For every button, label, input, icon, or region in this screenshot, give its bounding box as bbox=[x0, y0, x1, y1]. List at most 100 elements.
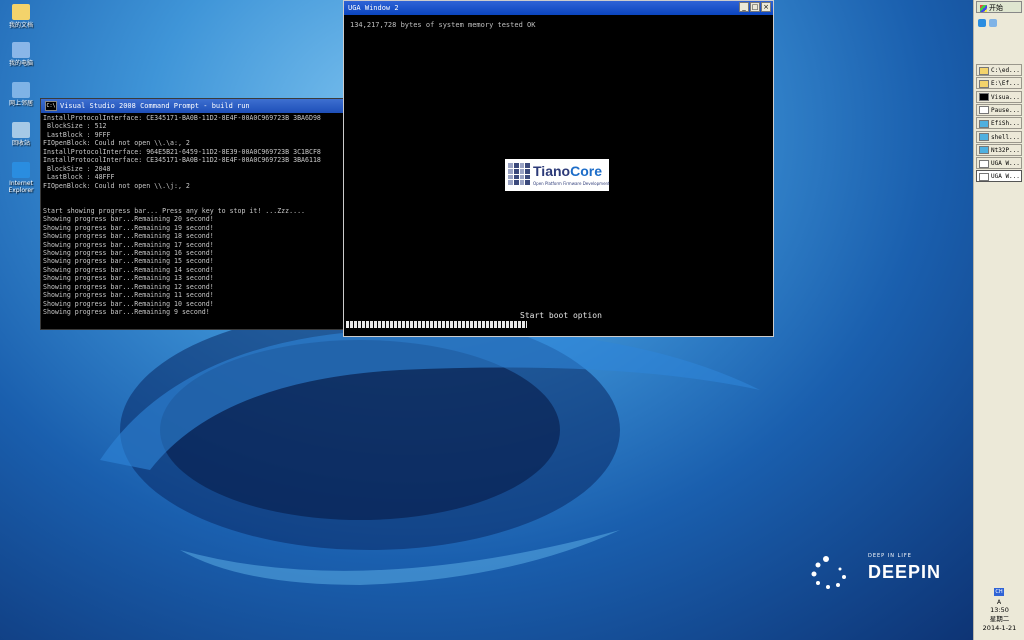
console-line: LastBlock : 48FFF bbox=[43, 173, 115, 182]
taskbar-button-label: E:\Ef... bbox=[991, 80, 1020, 88]
console-line: Start showing progress bar... Press any … bbox=[43, 206, 306, 215]
desktop-icon[interactable]: 回收站 bbox=[4, 122, 38, 147]
deepin-logo: DEEP IN LIFE DEEPIN bbox=[806, 549, 940, 597]
tianocore-subtitle: Open Platform Firmware Development bbox=[533, 181, 610, 186]
console-line: LastBlock : 9FFF bbox=[43, 130, 111, 139]
taskbar-app-icon bbox=[979, 159, 989, 168]
deepin-tagline: DEEP IN LIFE bbox=[868, 553, 912, 559]
desktop-icon-image bbox=[12, 82, 30, 98]
taskbar-button-label: UGA W... bbox=[991, 160, 1020, 168]
taskbar-app-icon bbox=[979, 79, 989, 88]
taskbar-app-icon bbox=[979, 146, 989, 155]
console-line: InstallProtocolInterface: CE345171-BA0B-… bbox=[43, 156, 321, 165]
taskbar-button[interactable]: UGA W... bbox=[976, 170, 1022, 183]
taskbar-button[interactable]: Visua... bbox=[976, 90, 1022, 103]
console-line: Showing progress bar...Remaining 10 seco… bbox=[43, 299, 214, 308]
desktop-icon-label: 我的文档 bbox=[8, 22, 33, 29]
taskbar-app-icon bbox=[979, 119, 989, 128]
taskbar-button[interactable]: UGA W... bbox=[976, 157, 1022, 170]
desktop-icon-label: 我的电脑 bbox=[8, 60, 33, 67]
cmd-titlebar[interactable]: C:\ Visual Studio 2008 Command Prompt - b… bbox=[41, 99, 345, 113]
uga-window[interactable]: UGA Window 2 _ □ × 134,217,728 bytes of … bbox=[343, 0, 774, 337]
uga-titlebar[interactable]: UGA Window 2 bbox=[344, 1, 773, 15]
desktop-icon[interactable]: 我的电脑 bbox=[4, 42, 38, 67]
console-line: Showing progress bar...Remaining 14 seco… bbox=[43, 265, 214, 274]
desktop-icon-label: Internet Explorer bbox=[8, 180, 34, 194]
taskbar-button[interactable]: Pause... bbox=[976, 103, 1022, 116]
cmd-icon: C:\ bbox=[45, 101, 57, 111]
console-line: Showing progress bar...Remaining 15 seco… bbox=[43, 257, 214, 266]
console-line: Showing progress bar...Remaining 16 seco… bbox=[43, 249, 214, 257]
cmd-window[interactable]: C:\ Visual Studio 2008 Command Prompt - b… bbox=[40, 98, 346, 330]
taskbar-button[interactable]: E:\Ef... bbox=[976, 77, 1022, 90]
desktop-icon[interactable]: 我的文档 bbox=[4, 4, 38, 29]
console-line: Showing progress bar...Remaining 9 secon… bbox=[43, 308, 210, 317]
desktop-quicklaunch-icon[interactable] bbox=[989, 19, 997, 27]
taskbar-button-label: Nt32P... bbox=[991, 146, 1020, 154]
console-line: Showing progress bar...Remaining 20 seco… bbox=[43, 215, 214, 224]
taskbar-app-icon bbox=[979, 93, 989, 102]
console-line: Showing progress bar...Remaining 19 seco… bbox=[43, 223, 214, 232]
boot-progress-bar bbox=[346, 321, 766, 328]
ime-language-icon[interactable]: CH bbox=[994, 588, 1004, 596]
boot-option-label: Start boot option bbox=[520, 311, 602, 320]
taskbar-button[interactable]: shell... bbox=[976, 130, 1022, 143]
start-button[interactable]: 开始 bbox=[976, 1, 1022, 13]
memory-test-text: 134,217,728 bytes of system memory teste… bbox=[350, 21, 536, 29]
console-line: InstallProtocolInterface: 964E5B21-6459-… bbox=[43, 147, 321, 156]
console-line: FIOpenBlock: Could not open \\.\j:, 2 bbox=[43, 181, 190, 190]
taskbar-app-icon bbox=[979, 66, 989, 75]
desktop-icon-image bbox=[12, 4, 30, 20]
ie-quicklaunch-icon[interactable] bbox=[978, 19, 986, 27]
desktop-icon[interactable]: Internet Explorer bbox=[4, 162, 38, 194]
desktop-icon-image bbox=[12, 122, 30, 138]
taskbar-app-icon bbox=[979, 106, 989, 115]
boot-progress-fill bbox=[346, 321, 527, 328]
console-line: InstallProtocolInterface: CE345171-BA0B-… bbox=[43, 114, 321, 122]
clock[interactable]: 13:50 星期二 2014-1-21 bbox=[974, 606, 1024, 633]
clock-date: 2014-1-21 bbox=[982, 624, 1017, 632]
taskbar-button-label: Visua... bbox=[991, 93, 1020, 101]
clock-time: 13:50 bbox=[990, 606, 1009, 614]
console-line: Showing progress bar...Remaining 11 seco… bbox=[43, 291, 214, 300]
console-line: BlockSize : 512 bbox=[43, 122, 107, 131]
ime-mode[interactable]: A bbox=[976, 599, 1022, 606]
uga-title: UGA Window 2 bbox=[348, 4, 399, 12]
console-line: BlockSize : 2048 bbox=[43, 164, 111, 173]
taskbar-button-label: Pause... bbox=[991, 106, 1020, 114]
desktop-icon[interactable]: 网上邻居 bbox=[4, 82, 38, 107]
minimize-button[interactable]: _ bbox=[739, 2, 749, 12]
taskbar-button-label: EfiSh... bbox=[991, 120, 1020, 128]
deepin-swirl-icon bbox=[811, 556, 846, 589]
desktop-icon-label: 网上邻居 bbox=[8, 100, 33, 107]
taskbar-button-label: UGA W... bbox=[991, 173, 1020, 181]
wallpaper-splash bbox=[100, 310, 760, 585]
close-button[interactable]: × bbox=[761, 2, 771, 12]
uga-window-controls: _ □ × bbox=[739, 2, 771, 12]
desktop-icon-image bbox=[12, 42, 30, 58]
taskbar-button-label: C:\ed... bbox=[991, 67, 1020, 74]
cmd-title: Visual Studio 2008 Command Prompt - buil… bbox=[60, 102, 250, 110]
console-line: Showing progress bar...Remaining 12 seco… bbox=[43, 282, 214, 291]
console-output[interactable]: InstallProtocolInterface: CE345171-BA0B-… bbox=[42, 114, 344, 328]
taskbar-button-label: shell... bbox=[991, 133, 1020, 141]
console-line: Showing progress bar...Remaining 13 seco… bbox=[43, 274, 214, 283]
taskbar-button[interactable]: EfiSh... bbox=[976, 117, 1022, 130]
deepin-brand: DEEPIN bbox=[868, 562, 942, 582]
desktop-icon-image bbox=[12, 162, 30, 178]
taskbar-button[interactable]: C:\ed... bbox=[976, 64, 1022, 76]
maximize-button[interactable]: □ bbox=[750, 2, 760, 12]
clock-day: 星期二 bbox=[989, 615, 1010, 623]
taskbar: 开始 C:\ed... E:\Ef... Visua... Pause... EfiSh… bbox=[973, 0, 1024, 640]
tianocore-brand: TianoCore bbox=[533, 163, 602, 179]
console-line: Showing progress bar...Remaining 18 seco… bbox=[43, 232, 214, 241]
console-line: Showing progress bar...Remaining 17 seco… bbox=[43, 240, 214, 249]
taskbar-button[interactable]: Nt32P... bbox=[976, 143, 1022, 156]
desktop-icon-label: 回收站 bbox=[11, 140, 30, 147]
tianocore-logo: TianoCore Open Platform Firmware Develop… bbox=[505, 159, 610, 191]
console-line: FIOpenBlock: Could not open \\.\a:, 2 bbox=[43, 139, 190, 148]
tianocore-grid-icon bbox=[508, 163, 530, 185]
quick-launch bbox=[978, 19, 997, 27]
